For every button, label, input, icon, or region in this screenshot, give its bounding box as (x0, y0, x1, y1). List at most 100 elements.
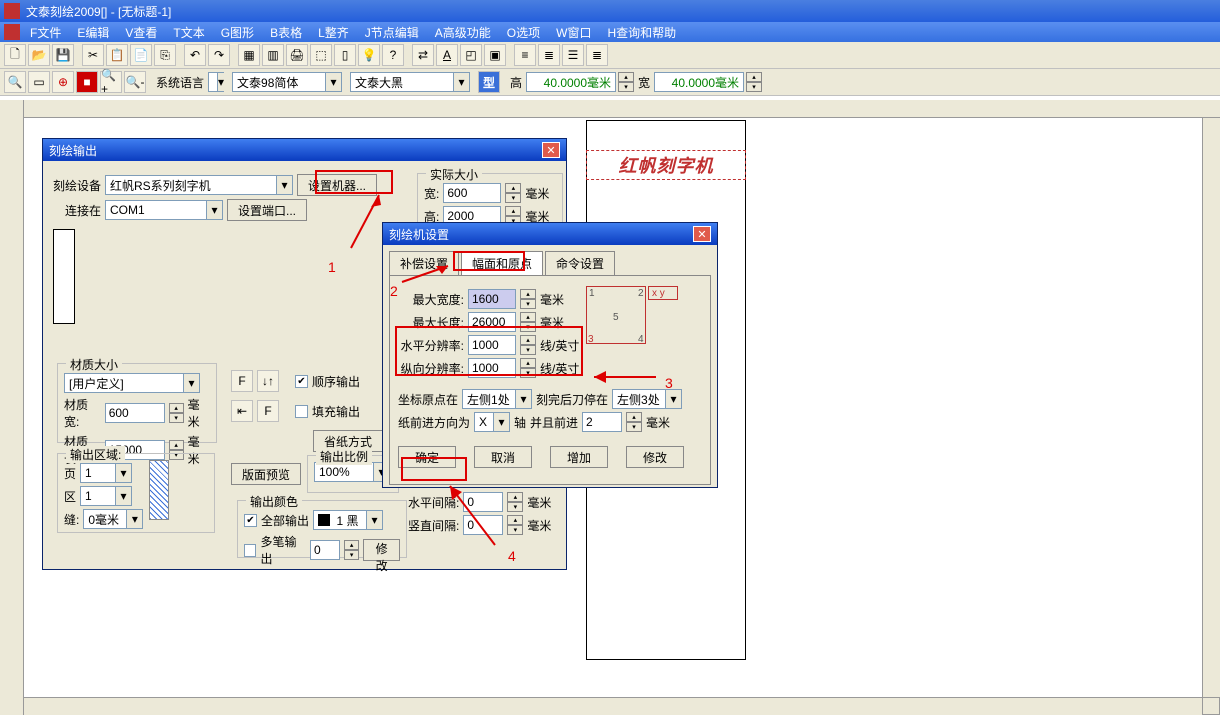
port-select[interactable]: COM1▾ (105, 200, 223, 220)
menu-text[interactable]: T文本 (167, 23, 210, 42)
add-button[interactable]: 增加 (550, 446, 608, 468)
maxl-spin[interactable]: ▴▾ (520, 312, 536, 332)
vspace-input[interactable] (463, 515, 503, 535)
menu-view[interactable]: V查看 (119, 23, 163, 42)
paste-icon[interactable]: 📄 (130, 44, 152, 66)
settings-dialog-title[interactable]: 刻绘机设置 ✕ (383, 223, 717, 245)
page-select[interactable]: 1▾ (80, 463, 132, 483)
vspace-spin[interactable]: ▴▾ (507, 515, 523, 535)
lang-select[interactable]: ▾ (208, 72, 224, 92)
ok-button[interactable]: 确定 (398, 446, 456, 468)
tool-d-icon[interactable]: ▯ (334, 44, 356, 66)
output-dialog-title[interactable]: 刻绘输出 ✕ (43, 139, 566, 161)
format-down-icon[interactable]: ↓↑ (257, 370, 279, 392)
fill-output-check[interactable] (295, 405, 308, 418)
scrollbar-horizontal[interactable] (24, 697, 1202, 715)
font2-select[interactable]: 文泰大黑▾ (350, 72, 470, 92)
height-input[interactable] (526, 72, 616, 92)
save-icon[interactable]: 💾 (52, 44, 74, 66)
format-f-icon[interactable]: F (231, 370, 253, 392)
copy2-icon[interactable]: ⎘ (154, 44, 176, 66)
hspace-spin[interactable]: ▴▾ (507, 492, 523, 512)
undo-icon[interactable]: ↶ (184, 44, 206, 66)
hres-input[interactable] (468, 335, 516, 355)
menu-options[interactable]: O选项 (501, 23, 546, 42)
zoom-fit-icon[interactable]: 🔍 (4, 71, 26, 93)
close-icon[interactable]: ✕ (542, 142, 560, 158)
set-machine-button[interactable]: 设置机器... (297, 174, 377, 196)
scale-select[interactable]: 100%▾ (314, 462, 390, 482)
type-button[interactable]: 型 (478, 71, 500, 93)
device-select[interactable]: 红帆RS系列刻字机▾ (105, 175, 293, 195)
new-icon[interactable]: 🗋 (4, 44, 26, 66)
mat-w-input[interactable] (105, 403, 165, 423)
zoom-rect-icon[interactable]: ■ (76, 71, 98, 93)
align-r-icon[interactable]: ☰ (562, 44, 584, 66)
material-preset-select[interactable]: [用户定义]▾ (64, 373, 200, 393)
open-icon[interactable]: 📂 (28, 44, 50, 66)
tab-page-origin[interactable]: 幅面和原点 (461, 251, 543, 275)
menu-help[interactable]: H查询和帮助 (601, 23, 682, 42)
help-icon[interactable]: ? (382, 44, 404, 66)
tool-c-icon[interactable]: ⬚ (310, 44, 332, 66)
mat-w-spin[interactable]: ▴▾ (169, 403, 184, 423)
menu-table[interactable]: B表格 (264, 23, 308, 42)
region-select[interactable]: 1▾ (80, 486, 132, 506)
close-icon[interactable]: ✕ (693, 226, 711, 242)
preview-button[interactable]: 版面预览 (231, 463, 301, 485)
tool-f-icon[interactable]: A (436, 44, 458, 66)
format-f2-icon[interactable]: F (257, 400, 279, 422)
menu-edit[interactable]: E编辑 (71, 23, 115, 42)
menu-window[interactable]: W窗口 (550, 23, 597, 42)
align-j-icon[interactable]: ≣ (586, 44, 608, 66)
actual-w-spin[interactable]: ▴▾ (505, 183, 521, 203)
advance-input[interactable] (582, 412, 622, 432)
copy-icon[interactable]: 📋 (106, 44, 128, 66)
multi-pen-check[interactable] (244, 544, 256, 557)
knife-select[interactable]: 左侧3处▾ (612, 389, 682, 409)
tool-a-icon[interactable]: ▦ (238, 44, 260, 66)
advance-spin[interactable]: ▴▾ (626, 412, 642, 432)
tool-h-icon[interactable]: ▣ (484, 44, 506, 66)
menu-align[interactable]: L整齐 (312, 23, 355, 42)
maxw-spin[interactable]: ▴▾ (520, 289, 536, 309)
menu-graphic[interactable]: G图形 (215, 23, 260, 42)
tool-g-icon[interactable]: ◰ (460, 44, 482, 66)
maxl-input[interactable] (468, 312, 516, 332)
cut-icon[interactable]: ✂ (82, 44, 104, 66)
target-icon[interactable]: ⊕ (52, 71, 74, 93)
hres-spin[interactable]: ▴▾ (520, 335, 536, 355)
paper-dir-select[interactable]: X▾ (474, 412, 510, 432)
text-object[interactable]: 红帆刻字机 (586, 150, 746, 180)
tab-command[interactable]: 命令设置 (545, 251, 615, 275)
width-spin[interactable]: ▴▾ (746, 72, 762, 92)
font1-select[interactable]: 文泰98简体▾ (232, 72, 342, 92)
modify-button[interactable]: 修改 (626, 446, 684, 468)
cancel-button[interactable]: 取消 (474, 446, 532, 468)
vres-spin[interactable]: ▴▾ (520, 358, 536, 378)
format-left-icon[interactable]: ⇤ (231, 400, 253, 422)
height-spin[interactable]: ▴▾ (618, 72, 634, 92)
actual-w-input[interactable] (443, 183, 501, 203)
align-c-icon[interactable]: ≣ (538, 44, 560, 66)
tool-b-icon[interactable]: ▥ (262, 44, 284, 66)
zoom-out-icon[interactable]: 🔍- (124, 71, 146, 93)
menu-file[interactable]: F文件 (24, 23, 67, 42)
menu-advanced[interactable]: A高级功能 (429, 23, 497, 42)
multi-pen-input[interactable] (310, 540, 340, 560)
color-select[interactable]: 1 黑▾ (313, 510, 383, 530)
origin-select[interactable]: 左侧1处▾ (462, 389, 532, 409)
redo-icon[interactable]: ↷ (208, 44, 230, 66)
seq-output-check[interactable]: ✔ (295, 375, 308, 388)
print-icon[interactable]: 🖨 (286, 44, 308, 66)
width-input[interactable] (654, 72, 744, 92)
menu-node[interactable]: J节点编辑 (359, 23, 425, 42)
hspace-input[interactable] (463, 492, 503, 512)
multi-pen-spin[interactable]: ▴▾ (344, 540, 359, 560)
maxw-input[interactable] (468, 289, 516, 309)
vres-input[interactable] (468, 358, 516, 378)
tab-compensation[interactable]: 补偿设置 (389, 251, 459, 275)
zoom-in-icon[interactable]: 🔍+ (100, 71, 122, 93)
tip-icon[interactable]: 💡 (358, 44, 380, 66)
all-output-check[interactable]: ✔ (244, 514, 257, 527)
